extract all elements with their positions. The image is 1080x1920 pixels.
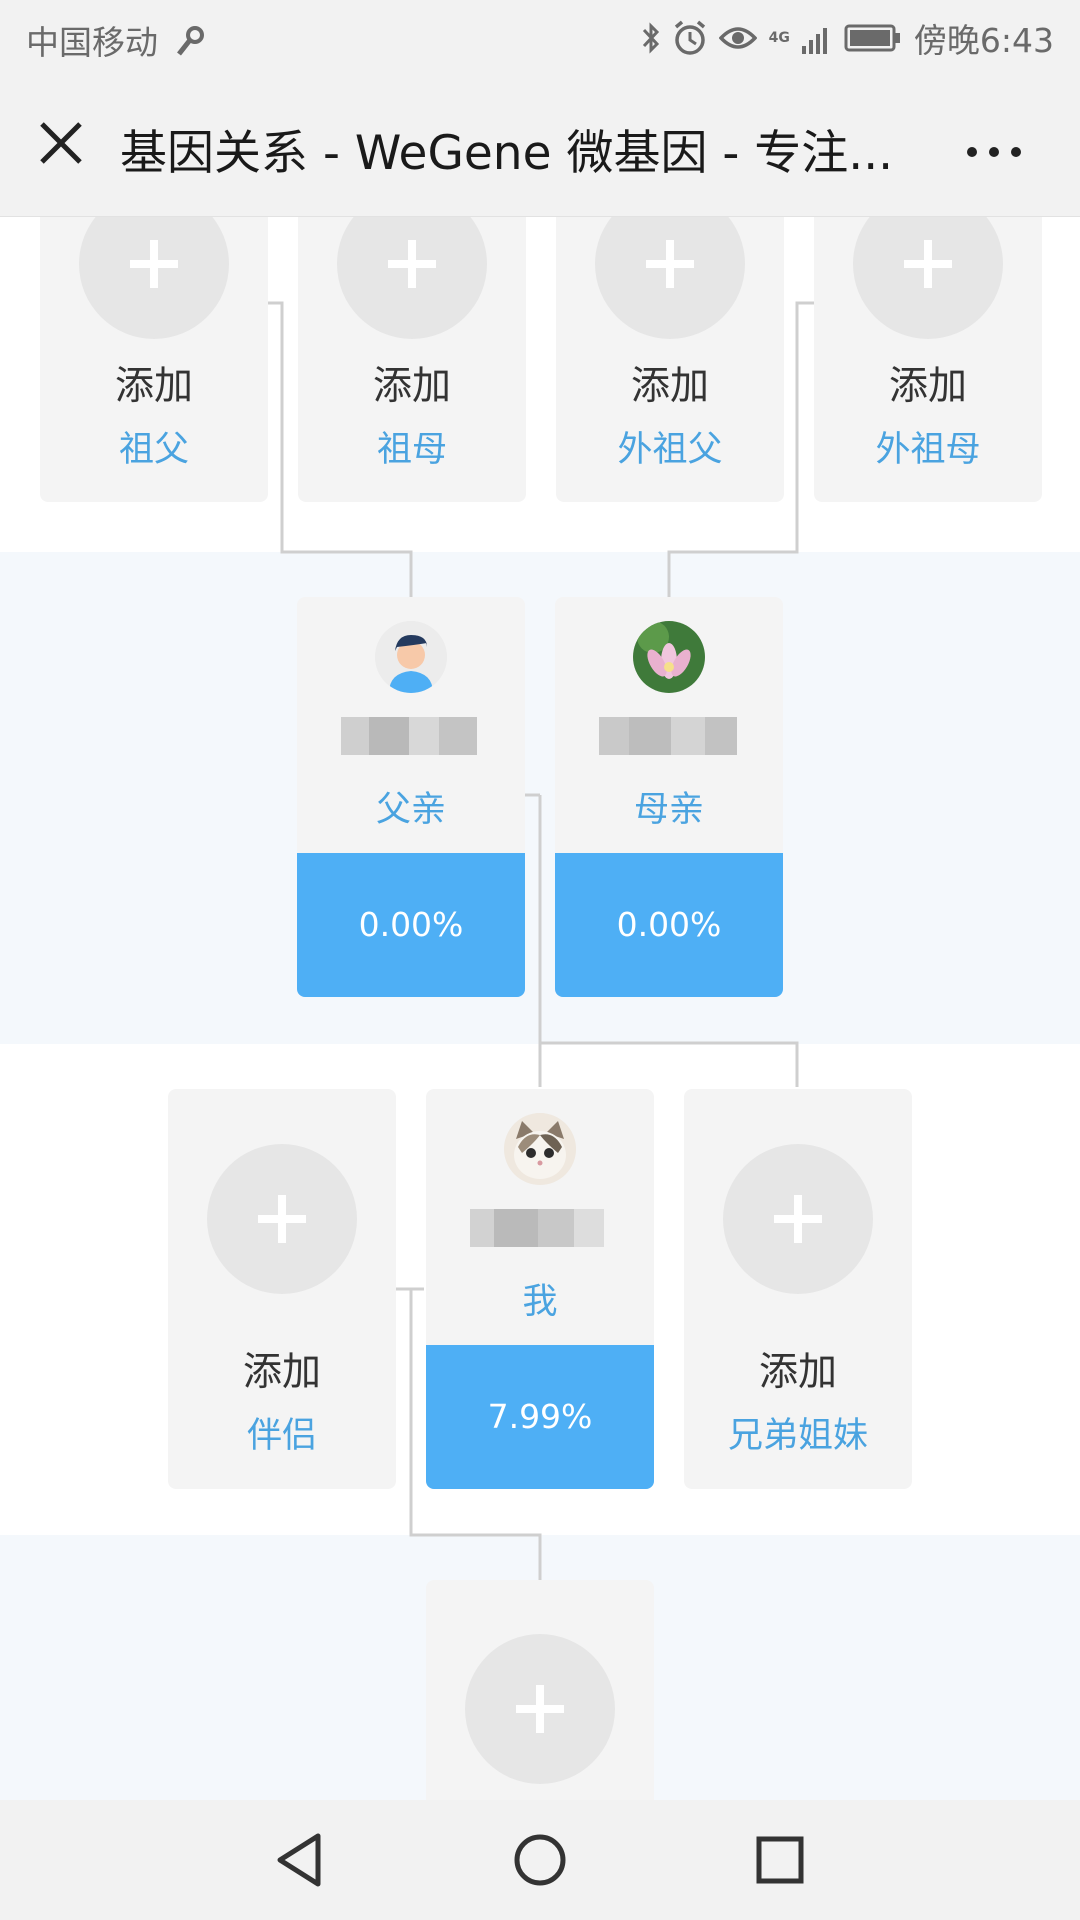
maternal-grandmother-card[interactable]: 添加 外祖母: [814, 217, 1042, 502]
maternal-grandfather-card[interactable]: 添加 外祖父: [556, 217, 784, 502]
alarm-icon: [674, 20, 705, 55]
partner-card[interactable]: 添加 伴侣: [168, 1089, 396, 1489]
role-label: 外祖父: [617, 430, 723, 470]
role-label: 母亲: [633, 790, 704, 830]
status-icons: 4G 傍晚6:43: [641, 14, 1054, 62]
add-label: 添加: [758, 1350, 837, 1395]
more-icon[interactable]: [964, 144, 1024, 160]
add-label: 添加: [242, 1350, 321, 1395]
blurred-name: [341, 717, 481, 755]
similarity-percent: 0.00%: [297, 853, 525, 997]
signal-icon: [801, 28, 827, 54]
similarity-percent: 0.00%: [555, 853, 783, 997]
network-type: 4G: [768, 30, 790, 46]
home-circle-icon[interactable]: [510, 1830, 570, 1890]
avatar: [375, 621, 447, 693]
carrier: 中国移动: [26, 16, 205, 64]
back-triangle-icon[interactable]: [270, 1830, 330, 1890]
add-plus-icon: [723, 1144, 873, 1294]
recents-square-icon[interactable]: [750, 1830, 810, 1890]
role-label: 父亲: [375, 790, 446, 830]
blurred-name: [470, 1209, 610, 1247]
avatar: [504, 1113, 576, 1185]
add-plus-icon: [337, 217, 487, 339]
default-user-avatar-icon: [375, 621, 447, 693]
me-card[interactable]: 我 7.99%: [426, 1089, 654, 1489]
system-nav-bar: [0, 1800, 1080, 1920]
lotus-avatar-icon: [633, 621, 705, 693]
key-icon: [176, 26, 204, 56]
add-plus-icon: [853, 217, 1003, 339]
family-tree: 添加 祖父 添加 祖母 添加 外祖父 添加 外祖母 父亲 0.00% 母亲 0.…: [0, 217, 1080, 1800]
add-label: 添加: [888, 364, 967, 409]
page-title: 基因关系 - WeGene 微基因 - 专注...: [120, 126, 894, 174]
avatar: [633, 621, 705, 693]
add-label: 添加: [114, 364, 193, 409]
role-label: 我: [522, 1282, 558, 1322]
father-card[interactable]: 父亲 0.00%: [297, 597, 525, 997]
add-plus-icon: [595, 217, 745, 339]
status-bar: 中国移动 4G 傍晚6:43: [0, 0, 1080, 74]
cat-avatar-icon: [504, 1113, 576, 1185]
role-label: 兄弟姐妹: [727, 1416, 868, 1456]
add-plus-icon: [207, 1144, 357, 1294]
mother-card[interactable]: 母亲 0.00%: [555, 597, 783, 997]
role-label: 祖父: [118, 430, 189, 470]
blurred-name: [599, 717, 739, 755]
clock: 傍晚6:43: [913, 21, 1054, 60]
similarity-percent: 7.99%: [426, 1345, 654, 1489]
eye-icon: [718, 27, 757, 49]
battery-icon: [844, 24, 900, 52]
grandfather-card[interactable]: 添加 祖父: [40, 217, 268, 502]
add-label: 添加: [372, 364, 451, 409]
role-label: 外祖母: [875, 430, 981, 470]
role-label: 祖母: [376, 430, 447, 470]
close-icon[interactable]: [36, 118, 86, 168]
bluetooth-icon: [642, 22, 659, 54]
add-child-card[interactable]: [426, 1580, 654, 1800]
carrier-label: 中国移动: [26, 23, 158, 62]
add-plus-icon: [465, 1634, 615, 1784]
grandmother-card[interactable]: 添加 祖母: [298, 217, 526, 502]
add-label: 添加: [630, 364, 709, 409]
role-label: 伴侣: [246, 1416, 317, 1456]
title-bar: 基因关系 - WeGene 微基因 - 专注...: [0, 74, 1080, 217]
siblings-card[interactable]: 添加 兄弟姐妹: [684, 1089, 912, 1489]
add-plus-icon: [79, 217, 229, 339]
